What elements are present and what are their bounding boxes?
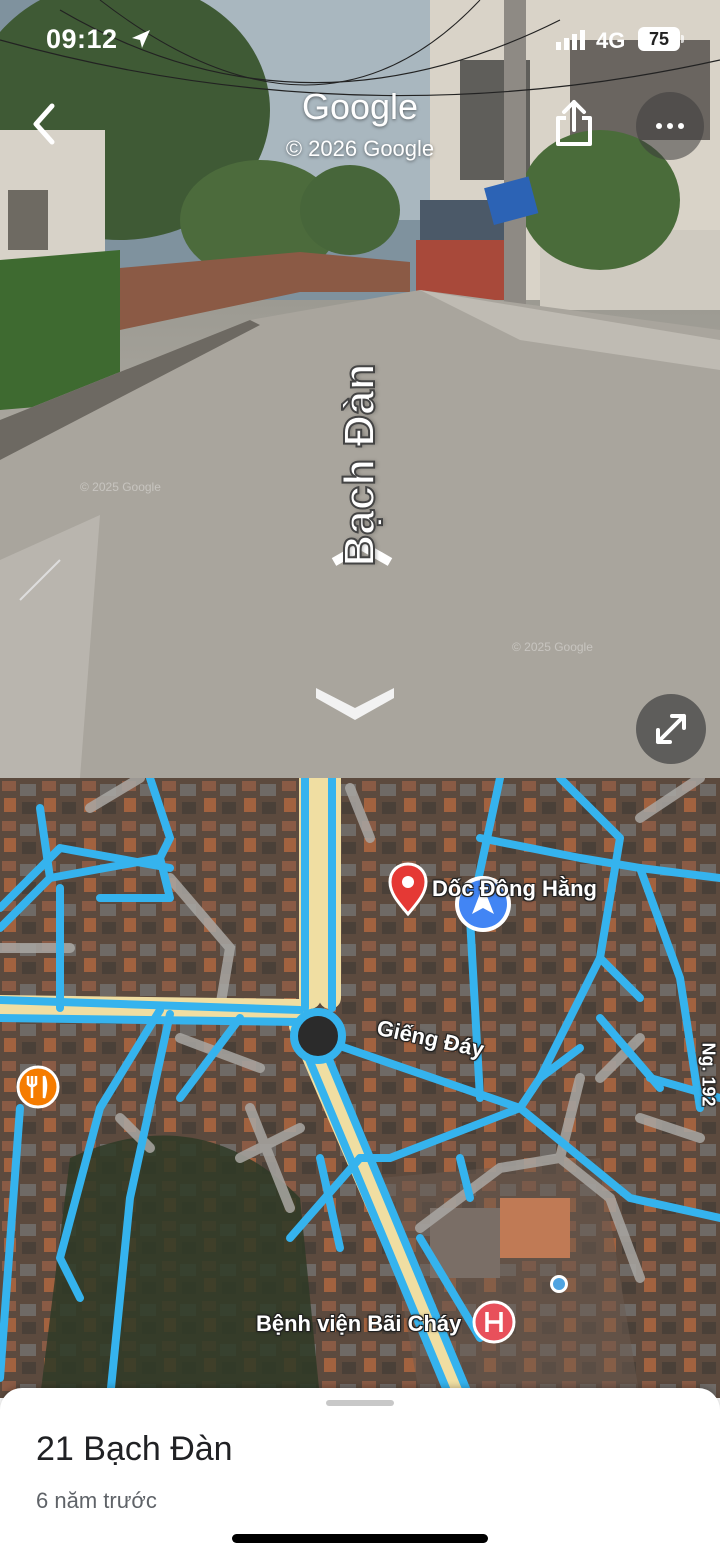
status-bar: 09:12 4G 75 — [0, 0, 720, 80]
battery-icon: 75 — [638, 27, 684, 51]
watermark: © 2025 Google — [512, 640, 593, 654]
network-type: 4G — [596, 28, 626, 53]
expand-icon — [656, 714, 686, 744]
signal-icon — [556, 30, 585, 50]
street-view-copyright: © 2026 Google — [285, 136, 435, 161]
share-icon — [556, 100, 592, 146]
place-subtitle: 6 năm trước — [36, 1488, 157, 1513]
street-view-panorama[interactable]: Bạch Đàn © 2025 Google © 2025 Google 09:… — [0, 0, 720, 778]
home-indicator[interactable] — [232, 1534, 488, 1543]
location-arrow-icon — [132, 30, 150, 48]
map-canvas — [0, 778, 720, 1398]
hospital-icon[interactable] — [472, 1300, 516, 1344]
map-label-hospital[interactable]: Bệnh viện Bãi Cháy — [256, 1311, 461, 1337]
street-view-title: Google — [301, 86, 419, 127]
place-title: 21 Bạch Đàn — [36, 1430, 233, 1468]
share-button[interactable] — [542, 92, 606, 156]
map-label-edge-street: Ng. 192 — [698, 1042, 719, 1107]
expand-button[interactable] — [636, 694, 706, 764]
more-icon — [656, 123, 662, 129]
satellite-map[interactable]: Dốc Đông Hằng Giếng Đáy Bệnh viện Bãi Ch… — [0, 778, 720, 1398]
status-time: 09:12 — [46, 24, 118, 54]
more-button[interactable] — [636, 92, 704, 160]
place-sheet[interactable]: 21 Bạch Đàn 6 năm trước — [0, 1388, 720, 1557]
watermark: © 2025 Google — [80, 480, 161, 494]
street-name-label: Bạch Đàn — [334, 363, 385, 568]
sheet-handle[interactable] — [326, 1400, 394, 1406]
restaurant-icon[interactable] — [16, 1065, 60, 1109]
map-label-poi[interactable]: Dốc Đông Hằng — [432, 876, 597, 902]
